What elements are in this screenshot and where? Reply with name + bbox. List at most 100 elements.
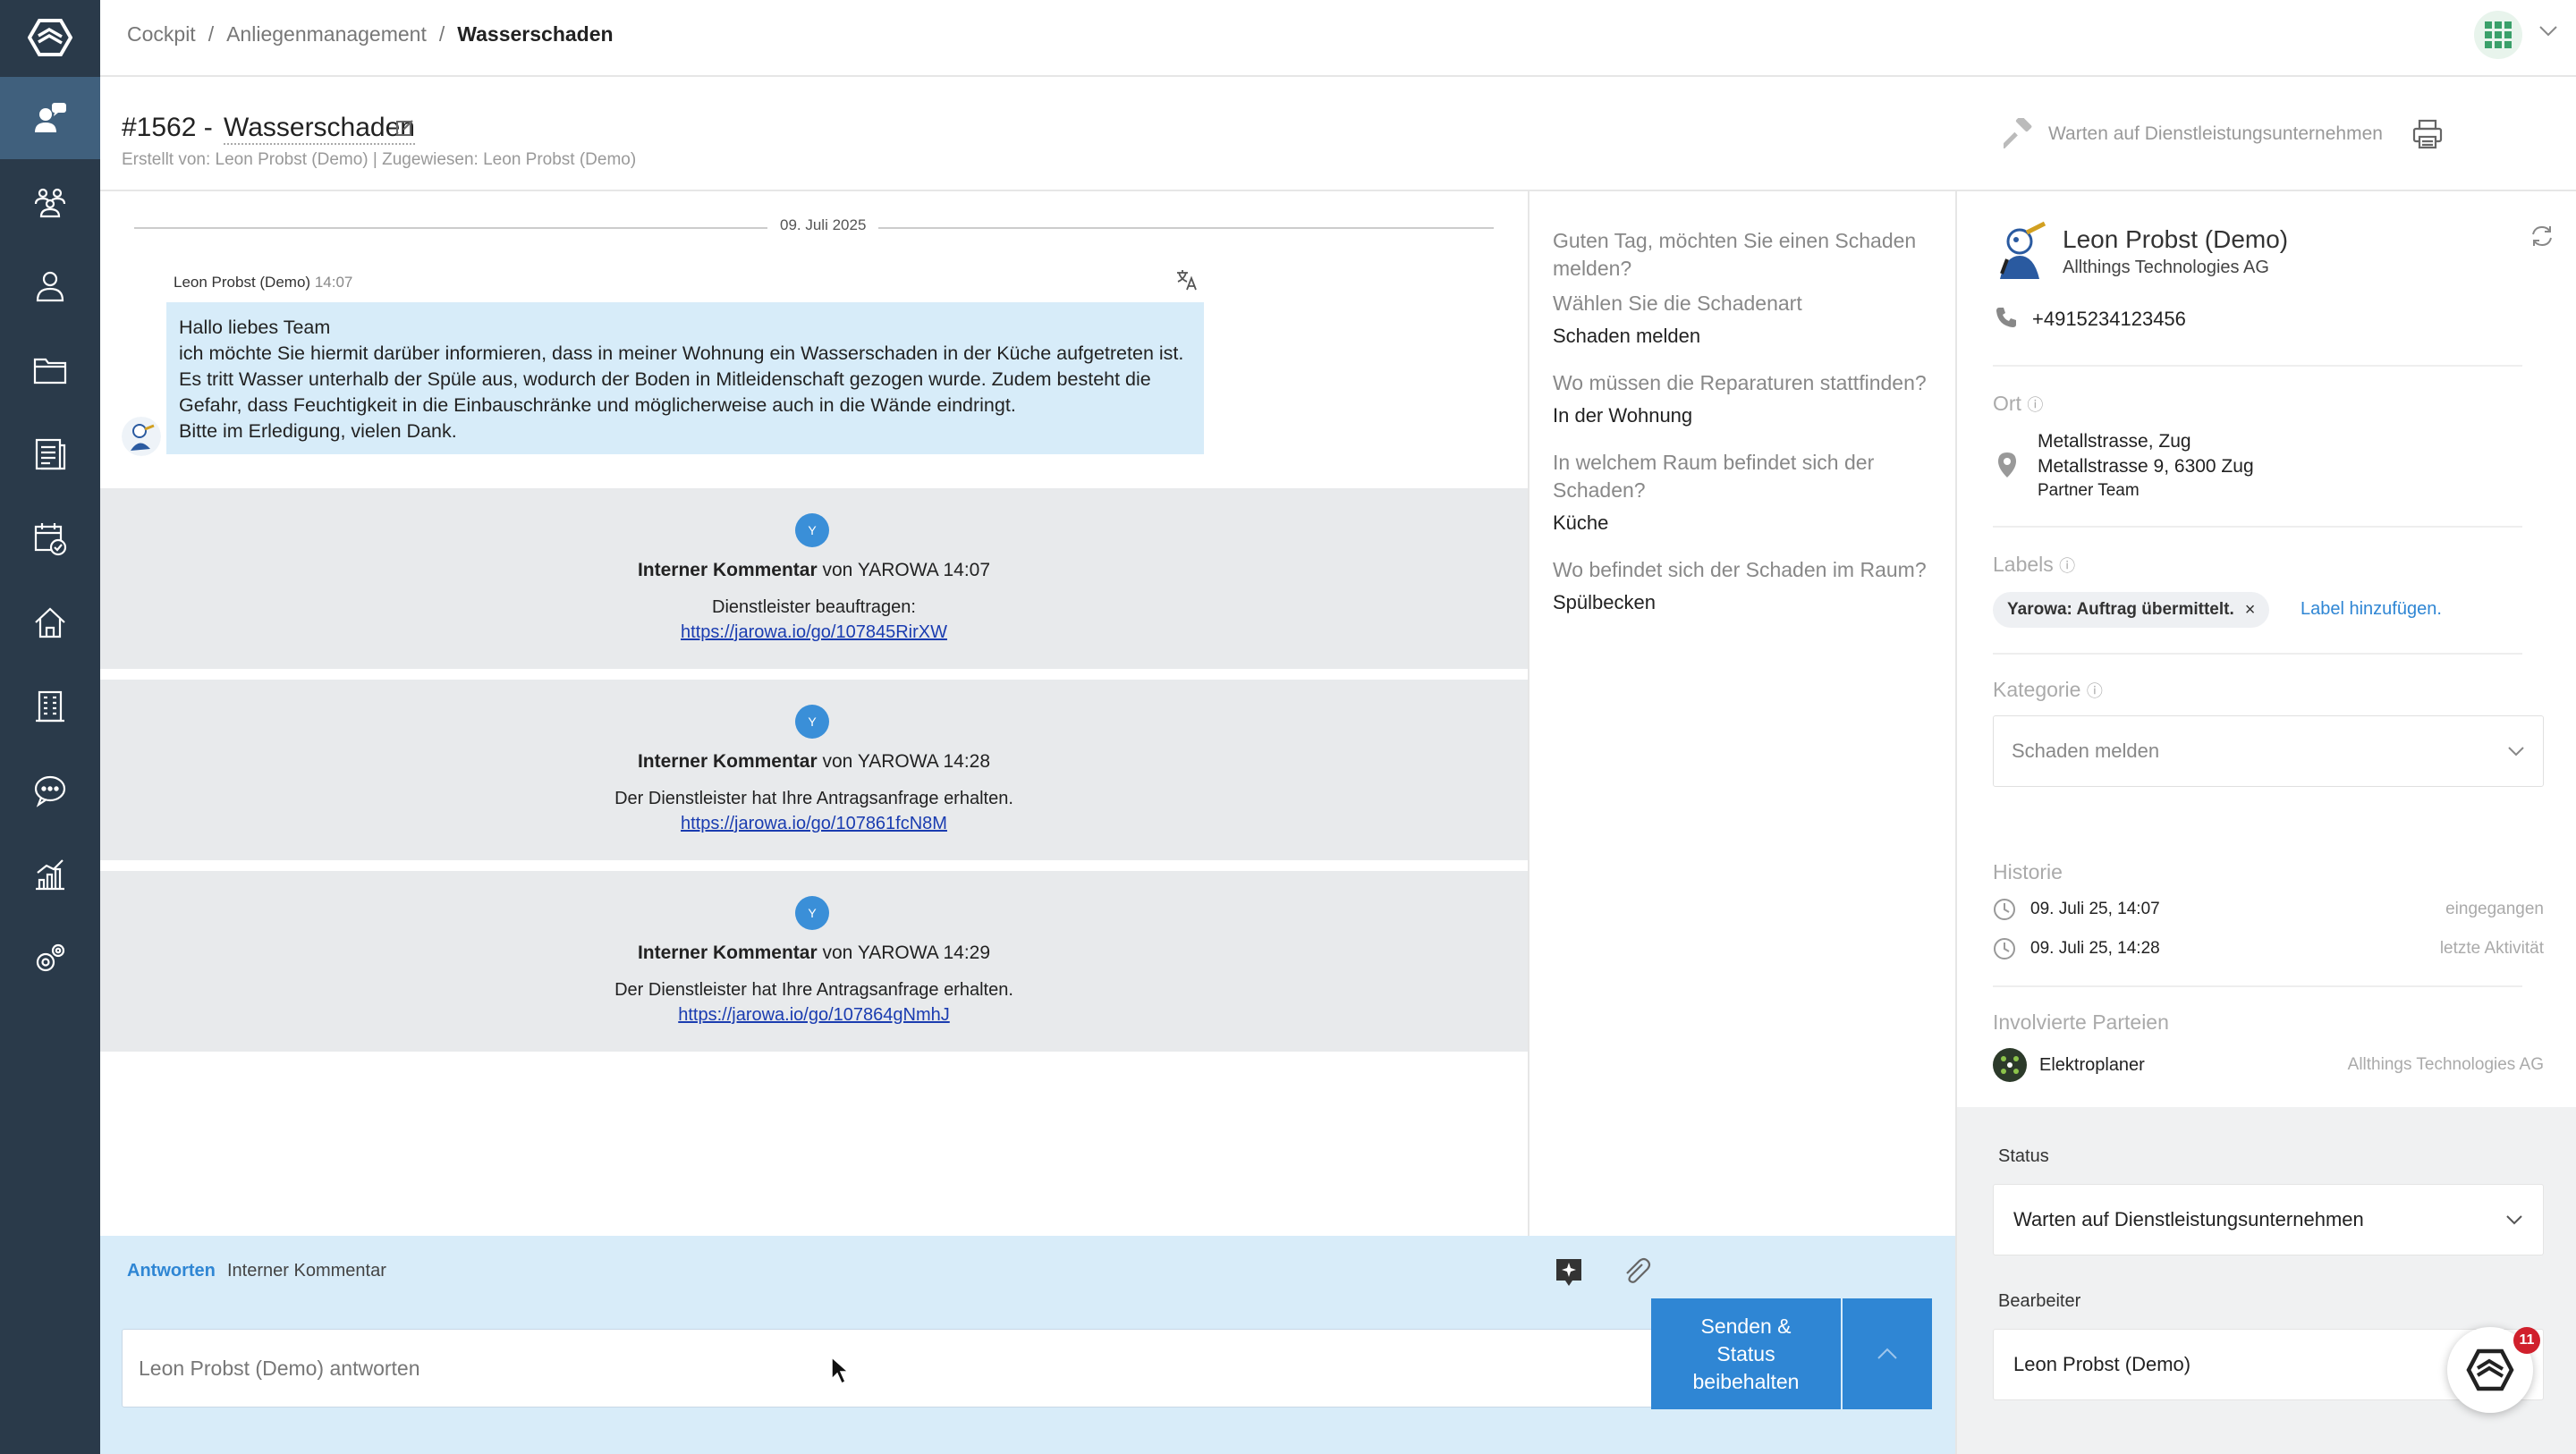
message-time: 14:07 <box>314 274 353 291</box>
qa-question: Wo müssen die Reparaturen stattfinden? <box>1553 371 1927 394</box>
history-meta: eingegangen <box>2445 900 2544 918</box>
divider <box>1993 526 2522 528</box>
breadcrumb-separator: / <box>438 21 445 46</box>
location-pin-icon <box>1996 451 2018 479</box>
home-icon <box>35 607 65 638</box>
party-name: Elektroplaner <box>2039 1054 2145 1075</box>
intake-answers-panel: Guten Tag, möchten Sie einen Schaden mel… <box>1528 191 1957 1236</box>
sidebar-item-support[interactable] <box>0 77 100 159</box>
support-agent-icon <box>35 103 66 132</box>
message-line: Bitte im Erledigung, vielen Dank. <box>179 420 457 442</box>
sidebar-item-messages[interactable] <box>0 749 100 832</box>
category-label: Kategorie ⓘ <box>1993 678 2103 701</box>
sidebar-item-contacts[interactable] <box>0 245 100 327</box>
sidebar-item-analytics[interactable] <box>0 833 100 916</box>
internal-comment-header: Interner Kommentar von YAROWA 14:07 <box>100 560 1528 581</box>
print-icon[interactable] <box>2411 118 2444 150</box>
party-row[interactable]: Elektroplaner Allthings Technologies AG <box>1993 1048 2544 1082</box>
sidebar-item-buildings[interactable] <box>0 665 100 748</box>
person-icon <box>36 271 64 302</box>
qa-question: Wo befindet sich der Schaden im Raum? <box>1553 558 1927 581</box>
send-button-label: Senden & Status beibehalten <box>1692 1314 1800 1393</box>
internal-comment-by: von YAROWA 14:28 <box>822 751 991 772</box>
phone-icon <box>1995 306 2018 329</box>
internal-comment-link[interactable]: https://jarowa.io/go/107845RirXW <box>100 622 1528 643</box>
internal-comment-text: Der Dienstleister hat Ihre Antragsanfrag… <box>614 789 1013 808</box>
refresh-icon[interactable] <box>2529 224 2555 249</box>
send-button[interactable]: Senden & Status beibehalten <box>1651 1298 1841 1409</box>
avatar <box>122 417 161 456</box>
add-label-link[interactable]: Label hinzufügen. <box>2301 599 2442 620</box>
location-line: Partner Team <box>2038 481 2140 500</box>
contact-company: Allthings Technologies AG <box>2063 258 2269 277</box>
close-icon[interactable]: × <box>2245 600 2256 621</box>
info-icon: ⓘ <box>2086 682 2103 700</box>
qa-answer: In der Wohnung <box>1553 404 1693 427</box>
message-line: ich möchte Sie hiermit darüber informier… <box>179 342 1184 364</box>
send-options-button[interactable] <box>1843 1298 1932 1409</box>
history-row: 09. Juli 25, 14:28 letzte Aktivität <box>1993 937 2544 960</box>
chevron-down-icon[interactable] <box>2538 25 2558 38</box>
divider <box>1993 365 2522 367</box>
conversation-panel: 09. Juli 2025 Leon Probst (Demo) 14:07 H… <box>100 191 1528 1236</box>
sidebar-item-documents[interactable] <box>0 413 100 495</box>
status-label: Status <box>1998 1146 2049 1166</box>
internal-comment-link[interactable]: https://jarowa.io/go/107861fcN8M <box>100 814 1528 834</box>
translate-icon[interactable] <box>1175 268 1199 292</box>
topbar: Cockpit / Anliegenmanagement / Wassersch… <box>100 0 2576 77</box>
ticket-details-panel: Leon Probst (Demo) Allthings Technologie… <box>1955 191 2576 1454</box>
contact-phone[interactable]: +4915234123456 <box>2032 308 2186 331</box>
contact-name[interactable]: Leon Probst (Demo) <box>2063 225 2288 254</box>
editor-label: Bearbeiter <box>1998 1291 2081 1311</box>
avatar <box>1993 220 2052 283</box>
app-logo-icon <box>2466 1348 2514 1391</box>
breadcrumb-anliegenmanagement[interactable]: Anliegenmanagement <box>226 22 427 46</box>
internal-comment-link[interactable]: https://jarowa.io/go/107864gNmhJ <box>100 1005 1528 1026</box>
message-author: Leon Probst (Demo) <box>174 274 311 291</box>
label-chip[interactable]: Yarowa: Auftrag übermittelt. × <box>1993 592 2270 628</box>
attachment-icon[interactable] <box>1621 1255 1653 1288</box>
internal-comment: Y Interner Kommentar von YAROWA 14:07 Di… <box>100 488 1528 669</box>
clock-icon <box>1994 899 2015 920</box>
internal-comment-title: Interner Kommentar <box>637 751 818 772</box>
app-switcher-avatar[interactable] <box>2474 11 2522 59</box>
mouse-cursor-icon <box>830 1356 850 1386</box>
category-select[interactable]: Schaden melden <box>1993 715 2544 787</box>
location-label: Ort ⓘ <box>1993 392 2044 415</box>
settings-icon <box>36 943 65 972</box>
internal-comment: Y Interner Kommentar von YAROWA 14:29 De… <box>100 871 1528 1052</box>
tab-reply[interactable]: Antworten <box>127 1261 216 1281</box>
message-line: Hallo liebes Team <box>179 317 331 338</box>
community-icon <box>34 188 66 218</box>
edit-icon[interactable] <box>395 118 415 138</box>
notification-badge: 11 <box>2513 1327 2540 1354</box>
chevron-down-icon <box>2506 1215 2522 1225</box>
internal-comment-text: Der Dienstleister hat Ihre Antragsanfrag… <box>614 980 1013 1000</box>
sidebar-item-settings[interactable] <box>0 917 100 1000</box>
party-logo-icon <box>1993 1048 2027 1082</box>
ticket-meta: Erstellt von: Leon Probst (Demo) | Zugew… <box>122 150 637 169</box>
ticket-header: #1562 - Wasserschaden Erstellt von: Leon… <box>100 79 2576 191</box>
internal-comment: Y Interner Kommentar von YAROWA 14:28 De… <box>100 680 1528 860</box>
status-select[interactable]: Warten auf Dienstleistungsunternehmen <box>1993 1184 2544 1255</box>
sidebar-item-files[interactable] <box>0 329 100 411</box>
tab-internal-comment[interactable]: Interner Kommentar <box>227 1261 386 1281</box>
avatar: Y <box>795 896 829 930</box>
avatar: Y <box>795 705 829 739</box>
ticket-title[interactable]: Wasserschaden <box>224 113 415 145</box>
sidebar-item-community[interactable] <box>0 161 100 243</box>
app-logo[interactable] <box>0 0 100 75</box>
reply-input[interactable]: Leon Probst (Demo) antworten <box>122 1329 1716 1408</box>
sidebar-item-calendar[interactable] <box>0 497 100 579</box>
ai-sparkle-icon[interactable] <box>1555 1257 1583 1288</box>
building-icon <box>36 690 64 723</box>
chevron-up-icon <box>1877 1348 1897 1359</box>
sidebar-item-home[interactable] <box>0 581 100 664</box>
breadcrumb-cockpit[interactable]: Cockpit <box>127 22 196 46</box>
breadcrumb-separator: / <box>208 21 215 46</box>
qa-question: In welchem Raum befindet sich der Schade… <box>1553 451 1875 502</box>
internal-comment-by: von YAROWA 14:29 <box>822 943 991 963</box>
qa-answer: Schaden melden <box>1553 325 1701 347</box>
info-icon: ⓘ <box>2059 557 2076 575</box>
parties-label: Involvierte Parteien <box>1993 1010 2169 1034</box>
